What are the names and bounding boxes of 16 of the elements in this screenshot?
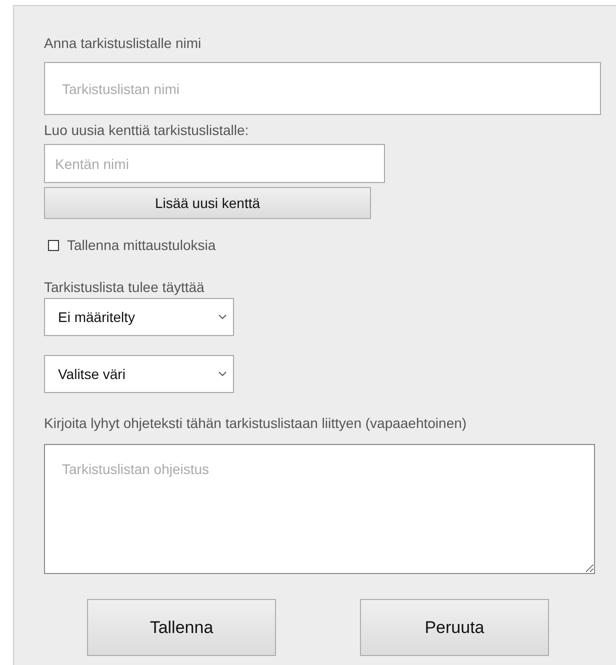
checkbox-label: Tallenna mittaustuloksia <box>67 236 216 255</box>
dropdown[interactable]: Valitse väri <box>44 355 234 393</box>
dropdown[interactable]: Ei määritelty <box>44 298 234 336</box>
chevron-down-icon <box>218 314 227 320</box>
action-button[interactable]: Tallenna <box>87 599 276 656</box>
field-label: Tarkistuslista tulee täyttää <box>44 278 206 296</box>
field-label: Kirjoita lyhyt ohjeteksti tähän tarkistuslistaan liittyen (vapaaehtoinen) <box>44 414 468 432</box>
field-label: Luo uusia kenttiä tarkistuslistalle: <box>44 121 250 139</box>
chevron-down-icon <box>218 371 227 377</box>
input-field[interactable]: Tarkistuslistan nimi <box>44 62 601 115</box>
input-field[interactable]: Kentän nimi <box>44 144 385 183</box>
field-label: Anna tarkistuslistalle nimi <box>44 34 202 52</box>
add-field-button[interactable]: Lisää uusi kenttä <box>44 187 371 219</box>
checkbox[interactable] <box>48 240 59 251</box>
action-button[interactable]: Peruuta <box>360 599 549 656</box>
instructions-field[interactable]: Tarkistuslistan ohjeistus <box>44 444 595 574</box>
